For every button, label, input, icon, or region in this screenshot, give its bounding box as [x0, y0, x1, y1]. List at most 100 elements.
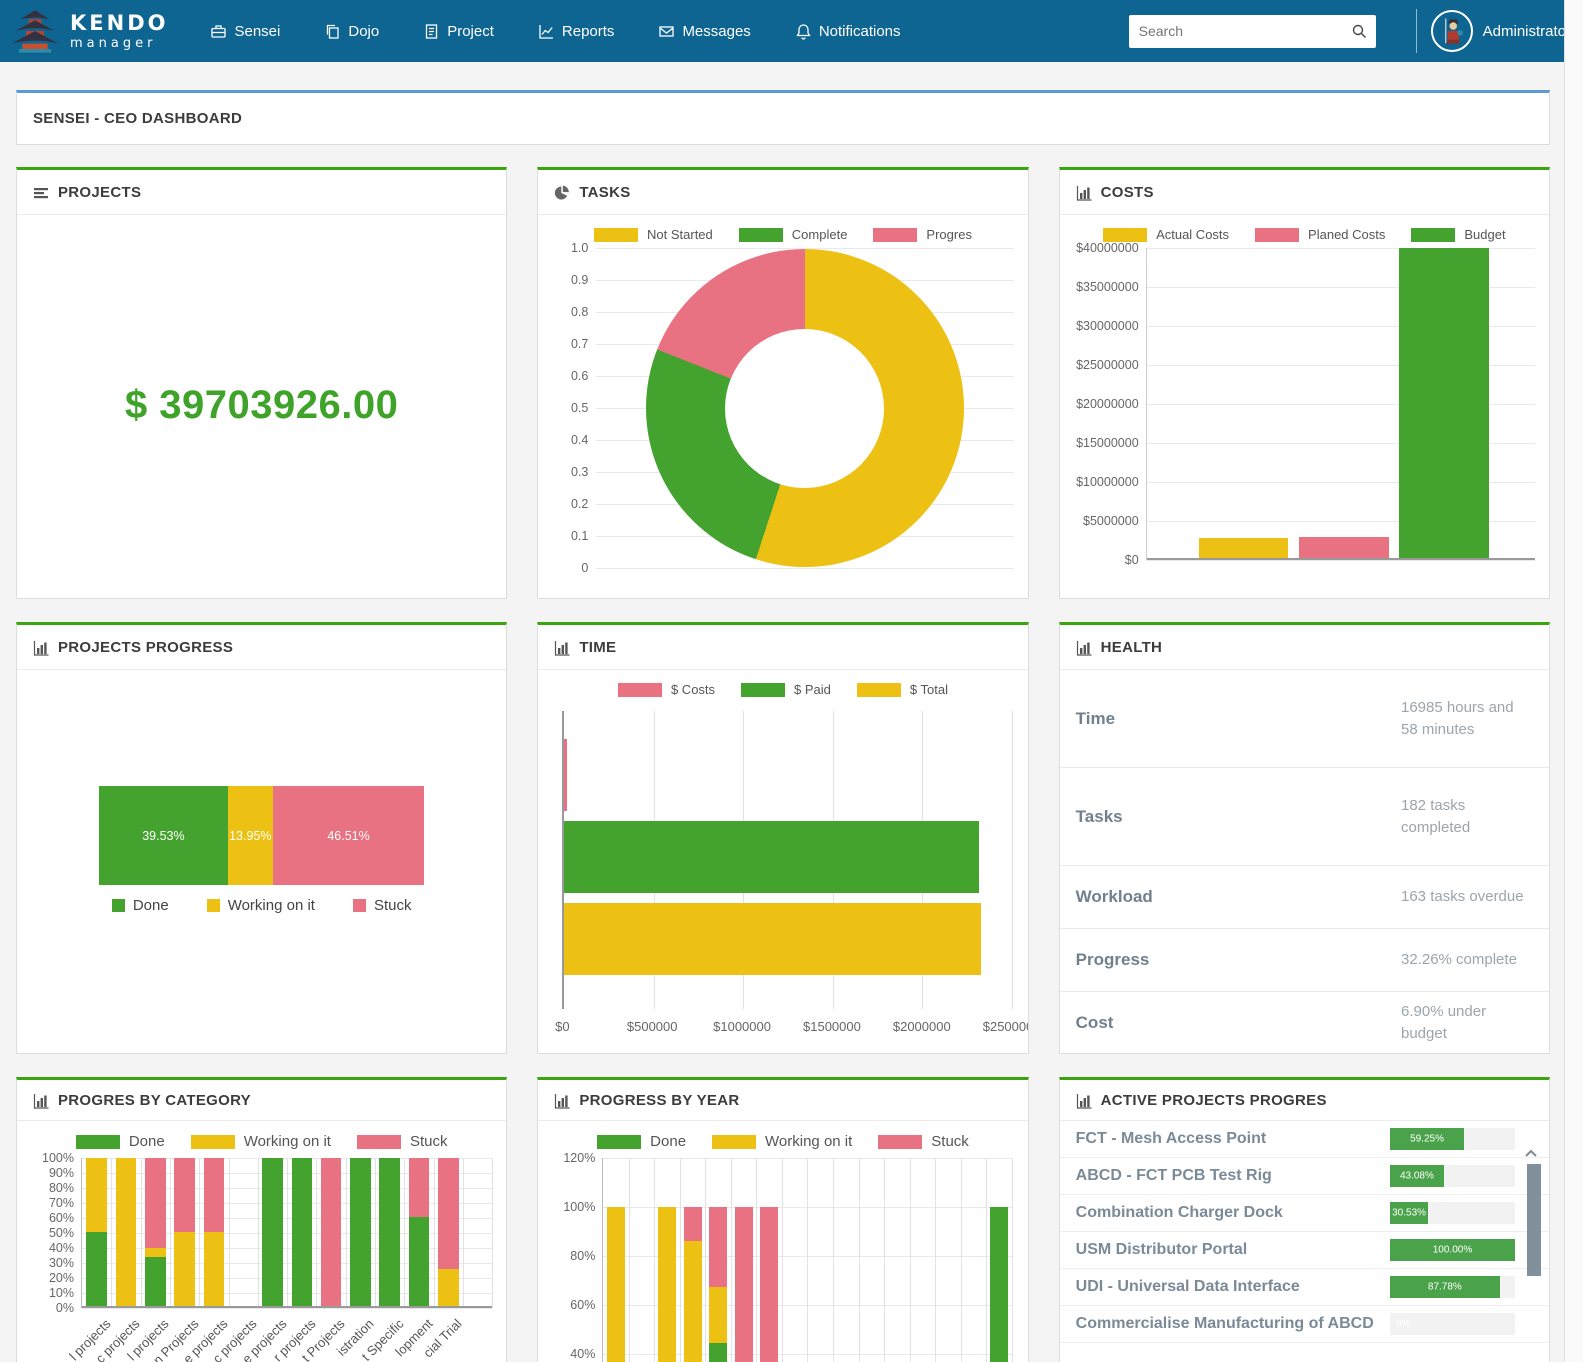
briefcase-icon [210, 23, 227, 40]
column-segment [658, 1207, 676, 1362]
page-scrollbar[interactable] [1564, 0, 1583, 1362]
panel-scrollbar-thumb[interactable] [1527, 1164, 1541, 1276]
total-projects-value: $ 39703926.00 [125, 383, 398, 428]
segment-label: 46.51% [327, 829, 369, 843]
copy-icon [324, 23, 341, 40]
y-axis-tick: 0.5 [571, 401, 588, 415]
y-axis-tick: 0.3 [571, 465, 588, 479]
legend-swatch [878, 1135, 922, 1149]
gridline [629, 1158, 630, 1362]
x-axis-tick: $0 [555, 1019, 569, 1034]
category-legend: Done Working on it Stuck [17, 1133, 506, 1150]
gridline [346, 1158, 347, 1308]
progress-percent: 0% [1396, 1319, 1515, 1330]
y-axis-tick: $35000000 [1076, 280, 1139, 294]
segment-label: 13.95% [229, 829, 271, 843]
gridline [986, 1158, 987, 1362]
app-logo[interactable]: KENDO manager [8, 6, 168, 56]
time-bar [564, 821, 979, 893]
gridline [731, 1158, 732, 1362]
y-axis-tick: $15000000 [1076, 436, 1139, 450]
bar-chart-icon [554, 1093, 570, 1109]
y-axis-tick: 10% [49, 1286, 74, 1300]
legend-swatch [191, 1135, 235, 1149]
progress-fill: 87.78% [1390, 1276, 1500, 1298]
progress-fill: 30.53% [1390, 1202, 1428, 1224]
panel-title: HEALTH [1101, 639, 1163, 656]
chevron-up-icon[interactable] [1524, 1148, 1538, 1158]
samurai-avatar-icon [1437, 16, 1467, 46]
column-bar [862, 1158, 880, 1362]
column-segment [174, 1158, 195, 1232]
nav-item-sensei[interactable]: Sensei [210, 23, 280, 40]
project-name: UDI - Universal Data Interface [1076, 1278, 1300, 1296]
nav-item-dojo[interactable]: Dojo [324, 23, 379, 40]
bar-chart-icon [1076, 640, 1092, 656]
legend-swatch [597, 1135, 641, 1149]
legend-swatch [712, 1135, 756, 1149]
nav-item-messages[interactable]: Messages [658, 23, 750, 40]
legend-swatch [739, 228, 783, 242]
progress-segment: 13.95% [228, 786, 273, 885]
segment-label: 39.53% [142, 829, 184, 843]
y-axis-tick: 50% [49, 1226, 74, 1240]
nav-item-notifications[interactable]: Notifications [795, 23, 901, 40]
health-row-tasks: Tasks 182 tasks completed [1060, 768, 1549, 866]
progress-percent: 59.25% [1390, 1134, 1464, 1145]
progress-percent: 30.53% [1390, 1208, 1428, 1219]
column-bar [467, 1158, 488, 1306]
bar-chart-icon [33, 1093, 49, 1109]
tasks-panel: TASKS Not Started Complete Progres 1.00.… [537, 167, 1028, 599]
nav-item-reports[interactable]: Reports [538, 23, 615, 40]
project-row[interactable]: Commercialise Manufacturing of ABCD0% [1060, 1306, 1549, 1343]
user-avatar[interactable] [1431, 10, 1473, 52]
y-axis-tick: $25000000 [1076, 358, 1139, 372]
column-bar [837, 1158, 855, 1362]
legend-swatch [357, 1135, 401, 1149]
project-row[interactable]: USM Distributor Portal100.00% [1060, 1232, 1549, 1269]
column-segment [990, 1207, 1008, 1362]
column-bar [709, 1158, 727, 1362]
legend-swatch [857, 683, 901, 697]
donut-hole [725, 329, 884, 488]
legend-swatch [112, 899, 125, 912]
search-icon[interactable] [1342, 23, 1376, 39]
column-bar [939, 1158, 957, 1362]
column-bar [145, 1158, 166, 1306]
x-axis-line [82, 1306, 492, 1308]
y-axis-tick: 0.6 [571, 369, 588, 383]
costs-bar [1199, 538, 1288, 558]
legend-swatch [207, 899, 220, 912]
y-axis-tick: 120% [563, 1151, 595, 1165]
costs-bar [1399, 248, 1488, 558]
x-axis-line [1147, 558, 1535, 560]
panel-title: COSTS [1101, 184, 1154, 201]
legend-swatch [873, 228, 917, 242]
column-bar [438, 1158, 459, 1306]
gridline [756, 1158, 757, 1362]
project-row[interactable]: UDI - Universal Data Interface 87.78% [1060, 1269, 1549, 1306]
column-bar [116, 1158, 137, 1306]
time-bar [564, 739, 567, 811]
project-row[interactable]: Combination Charger Dock30.53% [1060, 1195, 1549, 1232]
project-row[interactable]: FCT - Mesh Access Point59.25% [1060, 1121, 1549, 1158]
x-axis-tick: $1500000 [803, 1019, 861, 1034]
gridline [199, 1158, 200, 1308]
gridline [434, 1158, 435, 1308]
user-name: Administrator [1483, 23, 1571, 40]
chart-line-icon [538, 23, 555, 40]
project-row[interactable]: ABCD - FCT PCB Test Rig43.08% [1060, 1158, 1549, 1195]
tasks-legend: Not Started Complete Progres [538, 227, 1027, 242]
panel-title: PROGRESS BY YEAR [579, 1092, 739, 1109]
page-title-panel: SENSEI - CEO DASHBOARD [16, 90, 1550, 145]
main-menu: Sensei Dojo Project Reports [210, 23, 900, 40]
progress-percent: 100.00% [1390, 1245, 1515, 1256]
gridline [910, 1158, 911, 1362]
x-axis-tick: $500000 [627, 1019, 678, 1034]
nav-item-project[interactable]: Project [423, 23, 494, 40]
column-bar [760, 1158, 778, 1362]
column-bar [990, 1158, 1008, 1362]
projects-panel: PROJECTS $ 39703926.00 [16, 167, 507, 599]
search-input[interactable] [1129, 23, 1342, 39]
gridline [859, 1158, 860, 1362]
